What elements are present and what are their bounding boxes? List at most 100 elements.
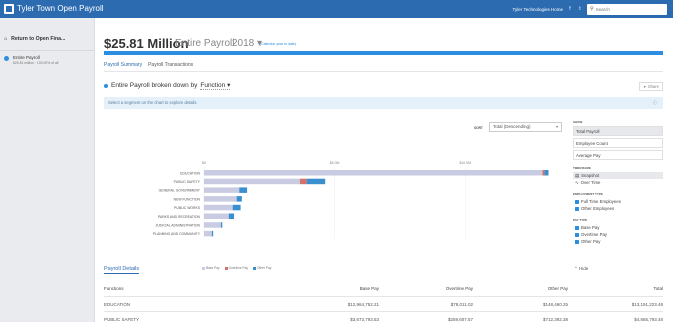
- bar-segment[interactable]: [204, 178, 300, 185]
- app-logo-icon[interactable]: [4, 4, 14, 14]
- timeframe-label: Snapshot: [581, 173, 600, 178]
- bar-segment[interactable]: [204, 204, 233, 211]
- paytype-other[interactable]: Other Pay: [573, 238, 663, 245]
- table-cell: $13,191,223.48: [631, 301, 663, 307]
- show-heading: SHOW: [573, 120, 583, 124]
- checkbox-checked-icon[interactable]: [575, 239, 579, 244]
- checkbox-checked-icon[interactable]: [575, 232, 579, 237]
- paytype-base[interactable]: Base Pay: [573, 224, 663, 231]
- twitter-icon[interactable]: t: [577, 6, 583, 12]
- bar-segment[interactable]: [306, 178, 326, 185]
- bar-segment[interactable]: [204, 170, 543, 176]
- bar-segment[interactable]: [204, 222, 221, 228]
- sidebar-item-entire-payroll[interactable]: Entire Payroll $25.81 million · 100.00% …: [4, 55, 58, 65]
- timeframe-snapshot[interactable]: ▤ Snapshot: [573, 172, 663, 179]
- bar-segment[interactable]: [239, 187, 248, 193]
- bar-segment[interactable]: [542, 170, 545, 176]
- legend-label: Other Pay: [256, 266, 272, 270]
- payroll-details-table: Functions Base Pay Overtime Pay Other Pa…: [104, 281, 663, 322]
- sidebar-divider: [0, 50, 95, 51]
- column-header[interactable]: Overtime Pay: [379, 286, 473, 291]
- hide-label: Hide: [579, 266, 589, 271]
- bar-segment[interactable]: [204, 213, 229, 220]
- sidebar: ⌂ Return to Open Fina... Entire Payroll …: [0, 18, 95, 322]
- calendar-note[interactable]: (Calendar year to date): [260, 42, 296, 46]
- bar-segment[interactable]: [544, 170, 549, 176]
- x-tick-label: $10.0M: [459, 161, 471, 165]
- show-option-total-payroll[interactable]: Total Payroll: [573, 126, 663, 136]
- timeframe-over-time[interactable]: ∿ Over Time: [573, 179, 663, 186]
- app-title[interactable]: Tyler Town Open Payroll: [17, 4, 104, 14]
- bar-segment[interactable]: [204, 230, 212, 237]
- dot-icon: [104, 83, 108, 88]
- year-select[interactable]: 2018 ▾: [232, 38, 262, 49]
- payroll-progress-bar: [104, 51, 663, 55]
- category-label: NEW FUNCTION: [174, 197, 201, 201]
- facebook-icon[interactable]: f: [567, 6, 573, 12]
- payroll-scope: Entire Payroll: [175, 38, 235, 49]
- table-cell: $4,665,793.48: [634, 316, 663, 322]
- checkbox-checked-icon[interactable]: [575, 199, 579, 204]
- chart-legend: Base Pay Overtime Pay Other Pay: [202, 266, 271, 270]
- category-label: PUBLIC SAFETY: [174, 180, 201, 184]
- category-label: PARKS AND RECREATION: [158, 215, 201, 219]
- return-link[interactable]: ⌂ Return to Open Fina...: [4, 36, 65, 42]
- legend-item-other-pay[interactable]: Other Pay: [252, 266, 272, 270]
- column-header[interactable]: Base Pay: [254, 286, 379, 291]
- bar-segment[interactable]: [299, 178, 307, 185]
- chevron-down-icon: ▾: [555, 124, 558, 129]
- main-content: $25.81 Million Entire Payroll 2018 ▾ (Ca…: [96, 18, 673, 322]
- legend-swatch: [252, 266, 256, 270]
- bar-segment[interactable]: [204, 187, 240, 193]
- chevron-up-icon: ⌃: [574, 266, 578, 271]
- legend-label: Overtime Pay: [228, 266, 248, 270]
- year-value: 2018: [232, 38, 255, 49]
- table-row[interactable]: PUBLIC SAFETY $3,673,793.53 $259,607.57 …: [104, 311, 663, 322]
- employment-full-time[interactable]: Full Time Employees: [573, 198, 663, 205]
- show-option-employee-count[interactable]: Employee Count: [573, 138, 663, 148]
- bar-segment[interactable]: [211, 230, 214, 237]
- breakdown-select[interactable]: Function ▾: [200, 81, 231, 90]
- checkbox-label: Full Time Employees: [581, 199, 621, 204]
- control-panel: SHOW Total Payroll Employee Count Averag…: [573, 120, 663, 245]
- checkbox-label: Overtime Pay: [581, 232, 608, 237]
- table-row[interactable]: EDUCATION $12,964,752.21 $78,011.02 $148…: [104, 296, 663, 311]
- show-option-average-pay[interactable]: Average Pay: [573, 150, 663, 160]
- payroll-details-title[interactable]: Payroll Details: [104, 266, 140, 274]
- employment-heading: EMPLOYMENT TYPE: [573, 192, 603, 196]
- employment-other[interactable]: Other Employees: [573, 205, 663, 212]
- paytype-overtime[interactable]: Overtime Pay: [573, 231, 663, 238]
- column-header[interactable]: Other Pay: [473, 286, 568, 291]
- checkbox-checked-icon[interactable]: [575, 206, 579, 211]
- category-label: GENERAL GOVERNMENT: [159, 189, 200, 193]
- checkbox-checked-icon[interactable]: [575, 225, 579, 230]
- timeframe-heading: TIMEFRAME: [573, 166, 591, 170]
- info-icon[interactable]: ⓘ: [653, 97, 657, 109]
- bar-segment[interactable]: [204, 196, 237, 202]
- search-box[interactable]: ⚲: [587, 3, 667, 15]
- column-header[interactable]: Total: [568, 286, 663, 291]
- share-label: Share: [647, 84, 659, 89]
- legend-item-base-pay[interactable]: Base Pay: [202, 266, 220, 270]
- bar-segment[interactable]: [232, 204, 241, 211]
- bar-chart-icon: ▤: [575, 173, 580, 178]
- table-cell: $148,460.25: [542, 301, 568, 307]
- column-header[interactable]: Functions: [104, 286, 254, 291]
- breakdown-value: Function: [200, 82, 226, 89]
- home-link[interactable]: Tyler Technologies Home: [513, 7, 563, 12]
- hide-button[interactable]: ⌃ Hide: [574, 266, 588, 272]
- breakdown-label: Entire Payroll broken down by: [111, 82, 198, 89]
- sort-select[interactable]: Total (Descending) ▾: [489, 122, 562, 132]
- bar-segment[interactable]: [220, 222, 223, 228]
- tab-divider: [104, 71, 663, 72]
- search-icon[interactable]: ⚲: [590, 6, 594, 12]
- breakdown-heading: Entire Payroll broken down by Function ▾: [104, 81, 231, 90]
- table-header: Functions Base Pay Overtime Pay Other Pa…: [104, 281, 663, 296]
- sort-label: SORT: [474, 126, 483, 130]
- legend-item-overtime-pay[interactable]: Overtime Pay: [224, 266, 248, 270]
- sidebar-item-label: Entire Payroll: [13, 55, 40, 60]
- bar-segment[interactable]: [236, 196, 242, 202]
- share-button[interactable]: ➤ Share: [639, 82, 663, 91]
- search-input[interactable]: [595, 6, 662, 12]
- bar-segment[interactable]: [228, 213, 235, 220]
